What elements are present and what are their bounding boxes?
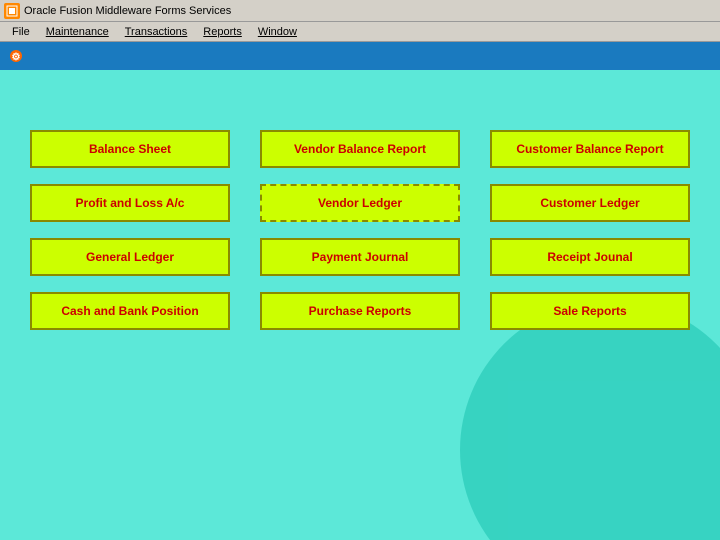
menu-transactions[interactable]: Transactions: [117, 24, 196, 40]
profit-loss-button[interactable]: Profit and Loss A/c: [30, 184, 230, 222]
sale-reports-button[interactable]: Sale Reports: [490, 292, 690, 330]
receipt-journal-button[interactable]: Receipt Jounal: [490, 238, 690, 276]
general-ledger-button[interactable]: General Ledger: [30, 238, 230, 276]
svg-text:⚙: ⚙: [12, 52, 21, 63]
customer-ledger-button[interactable]: Customer Ledger: [490, 184, 690, 222]
app-icon: [4, 3, 20, 19]
toolbar-icon[interactable]: ⚙: [6, 46, 26, 66]
balance-sheet-button[interactable]: Balance Sheet: [30, 130, 230, 168]
menu-file[interactable]: File: [4, 24, 38, 40]
menu-maintenance[interactable]: Maintenance: [38, 24, 117, 40]
window-title: Oracle Fusion Middleware Forms Services: [24, 5, 231, 17]
menu-reports[interactable]: Reports: [195, 24, 250, 40]
cash-bank-position-button[interactable]: Cash and Bank Position: [30, 292, 230, 330]
title-bar: Oracle Fusion Middleware Forms Services: [0, 0, 720, 22]
customer-balance-report-button[interactable]: Customer Balance Report: [490, 130, 690, 168]
vendor-balance-report-button[interactable]: Vendor Balance Report: [260, 130, 460, 168]
menu-bar: File Maintenance Transactions Reports Wi…: [0, 22, 720, 42]
payment-journal-button[interactable]: Payment Journal: [260, 238, 460, 276]
report-button-grid: Balance Sheet Vendor Balance Report Cust…: [30, 130, 690, 330]
vendor-ledger-button[interactable]: Vendor Ledger: [260, 184, 460, 222]
purchase-reports-button[interactable]: Purchase Reports: [260, 292, 460, 330]
main-content: Balance Sheet Vendor Balance Report Cust…: [0, 70, 720, 540]
toolbar: ⚙: [0, 42, 720, 70]
menu-window[interactable]: Window: [250, 24, 305, 40]
watermark-decoration: [460, 300, 720, 540]
